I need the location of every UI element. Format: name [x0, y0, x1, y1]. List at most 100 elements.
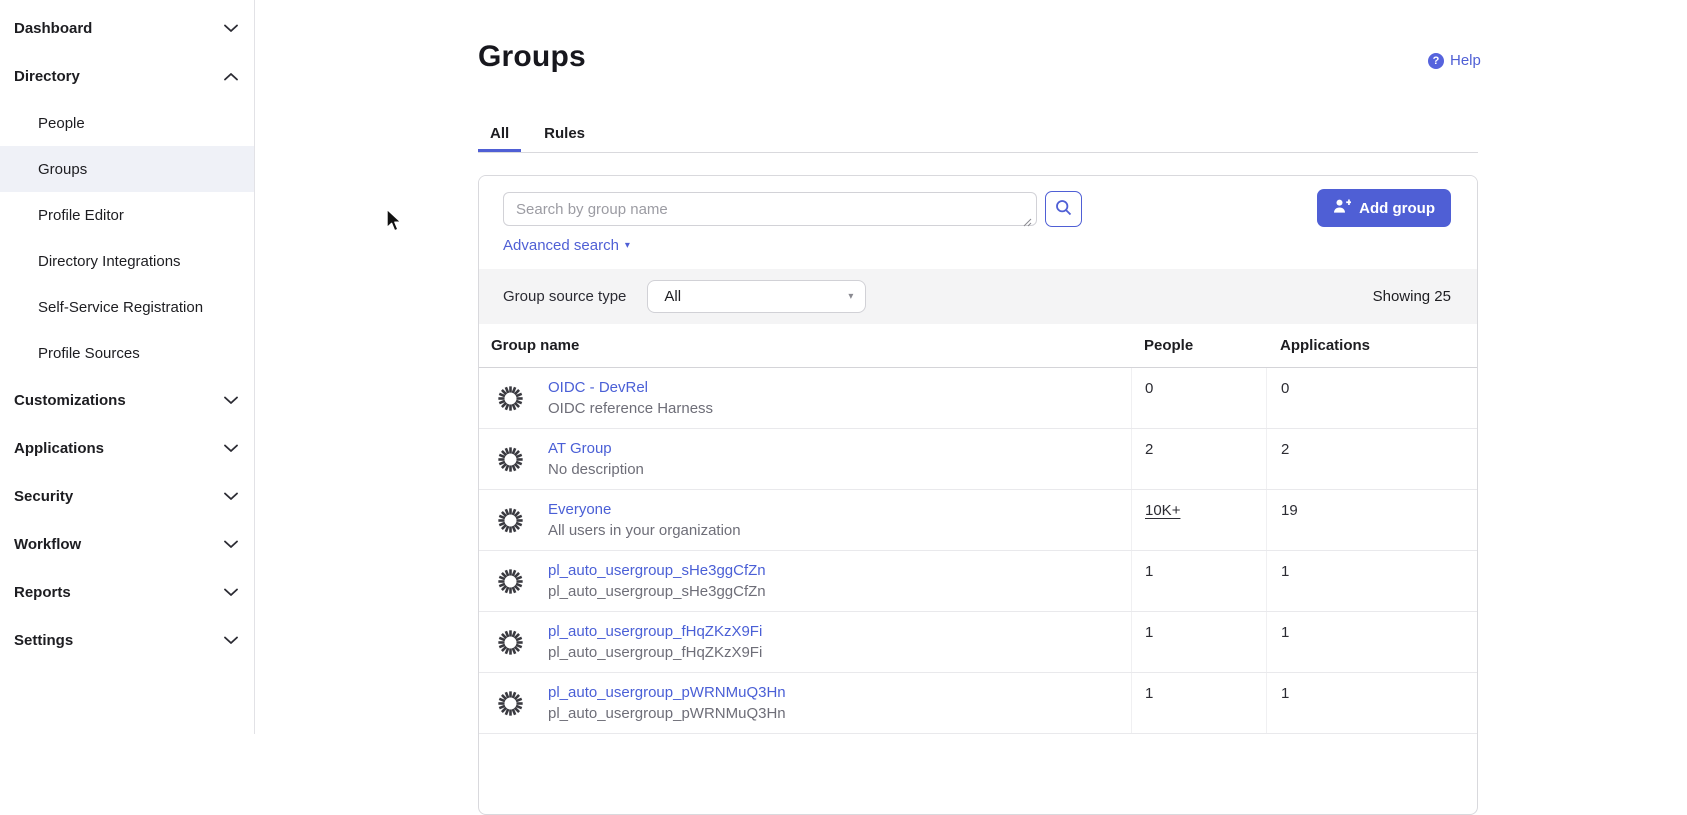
add-group-label: Add group [1359, 200, 1435, 217]
sidebar-item-workflow[interactable]: Workflow [0, 520, 254, 568]
group-description: No description [548, 461, 644, 478]
sidebar-item-people[interactable]: People [0, 100, 254, 146]
add-group-icon [1333, 198, 1351, 218]
group-avatar-icon [497, 507, 524, 534]
group-avatar-icon [497, 568, 524, 595]
add-group-button[interactable]: Add group [1317, 189, 1451, 227]
help-label: Help [1450, 52, 1481, 69]
group-source-type-select[interactable]: All ▾ [647, 280, 866, 313]
help-link[interactable]: ? Help [1428, 52, 1481, 69]
group-name-link[interactable]: pl_auto_usergroup_pWRNMuQ3Hn [548, 684, 786, 701]
sidebar-item-reports[interactable]: Reports [0, 568, 254, 616]
main-content: Groups ? Help All Rules [255, 0, 1687, 734]
tab-label: All [490, 125, 509, 142]
sidebar-item-label: Groups [38, 161, 87, 178]
groups-panel: Add group Advanced search ▾ Group source… [478, 175, 1478, 815]
tab-all[interactable]: All [478, 118, 521, 152]
table-row: OIDC - DevRel OIDC reference Harness 0 0 [479, 368, 1477, 429]
sidebar-item-profile-editor[interactable]: Profile Editor [0, 192, 254, 238]
applications-count: 2 [1281, 441, 1289, 458]
group-avatar-icon [497, 690, 524, 717]
sidebar-item-security[interactable]: Security [0, 472, 254, 520]
column-header-applications: Applications [1266, 324, 1477, 367]
applications-count: 1 [1281, 624, 1289, 641]
chevron-down-icon [224, 492, 238, 501]
sidebar-item-label: Profile Sources [38, 345, 140, 362]
sidebar-item-label: Dashboard [14, 20, 92, 37]
people-count: 1 [1145, 624, 1153, 641]
group-avatar-icon [497, 446, 524, 473]
sidebar-item-directory-integrations[interactable]: Directory Integrations [0, 238, 254, 284]
sidebar-item-label: Directory Integrations [38, 253, 181, 270]
sidebar-item-label: Directory [14, 68, 80, 85]
showing-count: Showing 25 [1373, 288, 1451, 305]
group-name-link[interactable]: OIDC - DevRel [548, 379, 713, 396]
sidebar-item-label: People [38, 115, 85, 132]
chevron-down-icon [224, 588, 238, 597]
table-header: Group name People Applications [479, 324, 1477, 368]
tab-bar: All Rules [478, 118, 1478, 153]
column-header-group-name: Group name [479, 337, 1131, 354]
tab-label: Rules [544, 125, 585, 142]
applications-count: 0 [1281, 380, 1289, 397]
sidebar-item-applications[interactable]: Applications [0, 424, 254, 472]
sidebar-item-label: Self-Service Registration [38, 299, 203, 316]
group-description: pl_auto_usergroup_fHqZKzX9Fi [548, 644, 762, 661]
people-count: 0 [1145, 380, 1153, 397]
table-row: pl_auto_usergroup_fHqZKzX9Fi pl_auto_use… [479, 612, 1477, 673]
people-count[interactable]: 10K+ [1145, 502, 1180, 519]
sidebar-item-label: Reports [14, 584, 71, 601]
sidebar-item-groups[interactable]: Groups [0, 146, 254, 192]
search-input[interactable] [503, 192, 1037, 226]
sidebar-item-profile-sources[interactable]: Profile Sources [0, 330, 254, 376]
sidebar: Dashboard Directory People Groups Profil… [0, 0, 255, 734]
table-row: pl_auto_usergroup_pWRNMuQ3Hn pl_auto_use… [479, 673, 1477, 734]
group-avatar-icon [497, 629, 524, 656]
table-row: Everyone All users in your organization … [479, 490, 1477, 551]
search-icon [1055, 199, 1072, 219]
sidebar-item-label: Security [14, 488, 73, 505]
advanced-search-link[interactable]: Advanced search ▾ [503, 237, 630, 254]
group-name-link[interactable]: pl_auto_usergroup_fHqZKzX9Fi [548, 623, 762, 640]
sidebar-item-label: Workflow [14, 536, 81, 553]
people-count: 1 [1145, 563, 1153, 580]
chevron-down-icon [224, 396, 238, 405]
table-row: pl_auto_usergroup_sHe3ggCfZn pl_auto_use… [479, 551, 1477, 612]
table-row: AT Group No description 2 2 [479, 429, 1477, 490]
people-count: 2 [1145, 441, 1153, 458]
page-title: Groups [478, 40, 586, 74]
advanced-search-label: Advanced search [503, 237, 619, 254]
sidebar-item-label: Customizations [14, 392, 126, 409]
group-description: pl_auto_usergroup_pWRNMuQ3Hn [548, 705, 786, 722]
chevron-up-icon [224, 72, 238, 81]
sidebar-item-label: Settings [14, 632, 73, 649]
group-description: All users in your organization [548, 522, 741, 539]
applications-count: 19 [1281, 502, 1298, 519]
chevron-down-icon [224, 444, 238, 453]
selected-option: All [664, 288, 681, 305]
sidebar-item-directory[interactable]: Directory [0, 52, 254, 100]
group-name-link[interactable]: Everyone [548, 501, 741, 518]
sidebar-item-dashboard[interactable]: Dashboard [0, 4, 254, 52]
help-icon: ? [1428, 53, 1444, 69]
caret-down-icon: ▾ [625, 240, 630, 251]
group-name-link[interactable]: AT Group [548, 440, 644, 457]
sidebar-item-customizations[interactable]: Customizations [0, 376, 254, 424]
group-description: pl_auto_usergroup_sHe3ggCfZn [548, 583, 766, 600]
group-description: OIDC reference Harness [548, 400, 713, 417]
sidebar-item-label: Applications [14, 440, 104, 457]
chevron-down-icon [224, 24, 238, 33]
applications-count: 1 [1281, 563, 1289, 580]
group-avatar-icon [497, 385, 524, 412]
sidebar-item-label: Profile Editor [38, 207, 124, 224]
tab-rules[interactable]: Rules [532, 118, 597, 152]
applications-count: 1 [1281, 685, 1289, 702]
group-name-link[interactable]: pl_auto_usergroup_sHe3ggCfZn [548, 562, 766, 579]
filter-bar: Group source type All ▾ Showing 25 [479, 269, 1477, 324]
sidebar-item-settings[interactable]: Settings [0, 616, 254, 664]
caret-down-icon: ▾ [848, 291, 853, 302]
sidebar-item-self-service-registration[interactable]: Self-Service Registration [0, 284, 254, 330]
chevron-down-icon [224, 540, 238, 549]
group-source-type-label: Group source type [503, 288, 626, 305]
search-button[interactable] [1045, 191, 1082, 227]
